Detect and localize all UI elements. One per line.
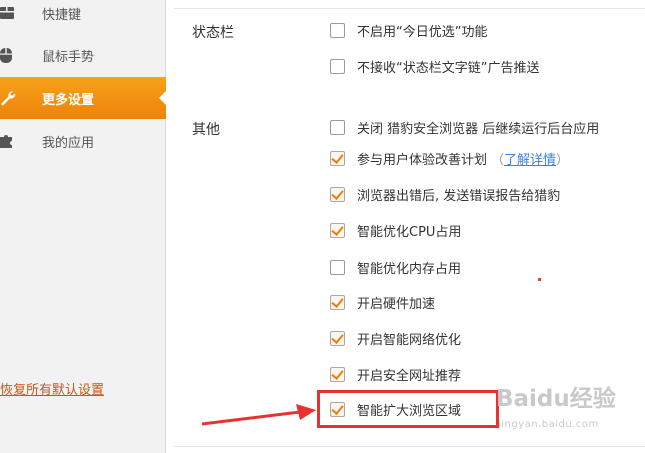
watermark-main: Baidu经验 [496, 386, 616, 412]
section-title-status-bar: 状态栏 [192, 25, 234, 41]
mouse-icon [0, 47, 16, 63]
option-label: 不接收“状态栏文字链”广告推送 [357, 60, 540, 76]
learn-more: （了解详情） [491, 149, 569, 168]
sidebar-item-mouse-gestures[interactable]: 鼠标手势 [0, 34, 166, 76]
checkbox[interactable] [330, 294, 345, 310]
option-no-statusbar-ads[interactable]: 不接收“状态栏文字链”广告推送 [330, 57, 540, 76]
checkbox[interactable] [330, 58, 345, 74]
annotation-highlight-box [317, 390, 499, 428]
option-optimize-cpu[interactable]: 智能优化CPU占用 [330, 221, 462, 240]
checkbox[interactable] [330, 222, 345, 238]
paren-open: （ [491, 152, 505, 168]
option-keep-background-apps[interactable]: 关闭 猎豹安全浏览器 后继续运行后台应用 [330, 118, 600, 137]
checkbox[interactable] [330, 330, 345, 346]
checkbox[interactable] [330, 150, 345, 166]
option-disable-today-picks[interactable]: 不启用“今日优选”功能 [330, 21, 488, 40]
option-label: 参与用户体验改善计划 [357, 152, 488, 168]
section-title-other: 其他 [192, 122, 220, 138]
option-label: 浏览器出错后, 发送错误报告给猎豹 [357, 188, 561, 204]
option-safe-url-recommend[interactable]: 开启安全网址推荐 [330, 365, 462, 384]
sidebar-item-more-settings[interactable]: 更多设置 [0, 77, 166, 119]
settings-sidebar: 快捷键 鼠标手势 更多设置 我的应用 恢复所有默认设置 [0, 0, 166, 453]
sidebar-item-label: 鼠标手势 [42, 49, 95, 65]
red-dot [538, 278, 541, 281]
sidebar-item-label: 快捷键 [42, 7, 82, 23]
checkbox[interactable] [330, 259, 345, 275]
wrench-icon [0, 90, 16, 106]
sidebar-item-label: 我的应用 [42, 135, 95, 151]
keyboard-icon [0, 5, 16, 21]
checkbox[interactable] [330, 366, 345, 382]
learn-more-link[interactable]: 了解详情 [504, 153, 556, 168]
option-send-error-report[interactable]: 浏览器出错后, 发送错误报告给猎豹 [330, 185, 561, 204]
paren-close: ） [556, 152, 570, 168]
checkbox[interactable] [330, 22, 345, 38]
option-label: 开启硬件加速 [357, 296, 436, 312]
option-user-experience-program[interactable]: 参与用户体验改善计划 （了解详情） [330, 149, 569, 168]
option-label: 不启用“今日优选”功能 [357, 24, 488, 40]
option-label: 关闭 猎豹安全浏览器 后继续运行后台应用 [357, 121, 600, 137]
sidebar-item-shortcuts[interactable]: 快捷键 [0, 0, 166, 34]
option-hardware-acceleration[interactable]: 开启硬件加速 [330, 293, 436, 312]
watermark-sub: jingyan.baidu.com [498, 419, 599, 430]
option-label: 智能优化CPU占用 [357, 224, 462, 240]
annotation-arrow-icon [201, 404, 316, 426]
sidebar-item-label: 更多设置 [42, 92, 95, 108]
sidebar-item-my-apps[interactable]: 我的应用 [0, 120, 166, 162]
divider [174, 8, 645, 9]
option-label: 智能优化内存占用 [357, 261, 462, 277]
puzzle-icon [0, 133, 16, 149]
checkbox[interactable] [330, 119, 345, 135]
option-label: 开启安全网址推荐 [357, 368, 462, 384]
baidu-watermark-logo: Baidu经验 jingyan.baidu.com [496, 386, 616, 430]
option-optimize-memory[interactable]: 智能优化内存占用 [330, 258, 462, 277]
option-label: 开启智能网络优化 [357, 332, 462, 348]
checkbox[interactable] [330, 186, 345, 202]
restore-defaults-link[interactable]: 恢复所有默认设置 [0, 379, 104, 398]
option-smart-network[interactable]: 开启智能网络优化 [330, 329, 462, 348]
divider [174, 446, 645, 447]
